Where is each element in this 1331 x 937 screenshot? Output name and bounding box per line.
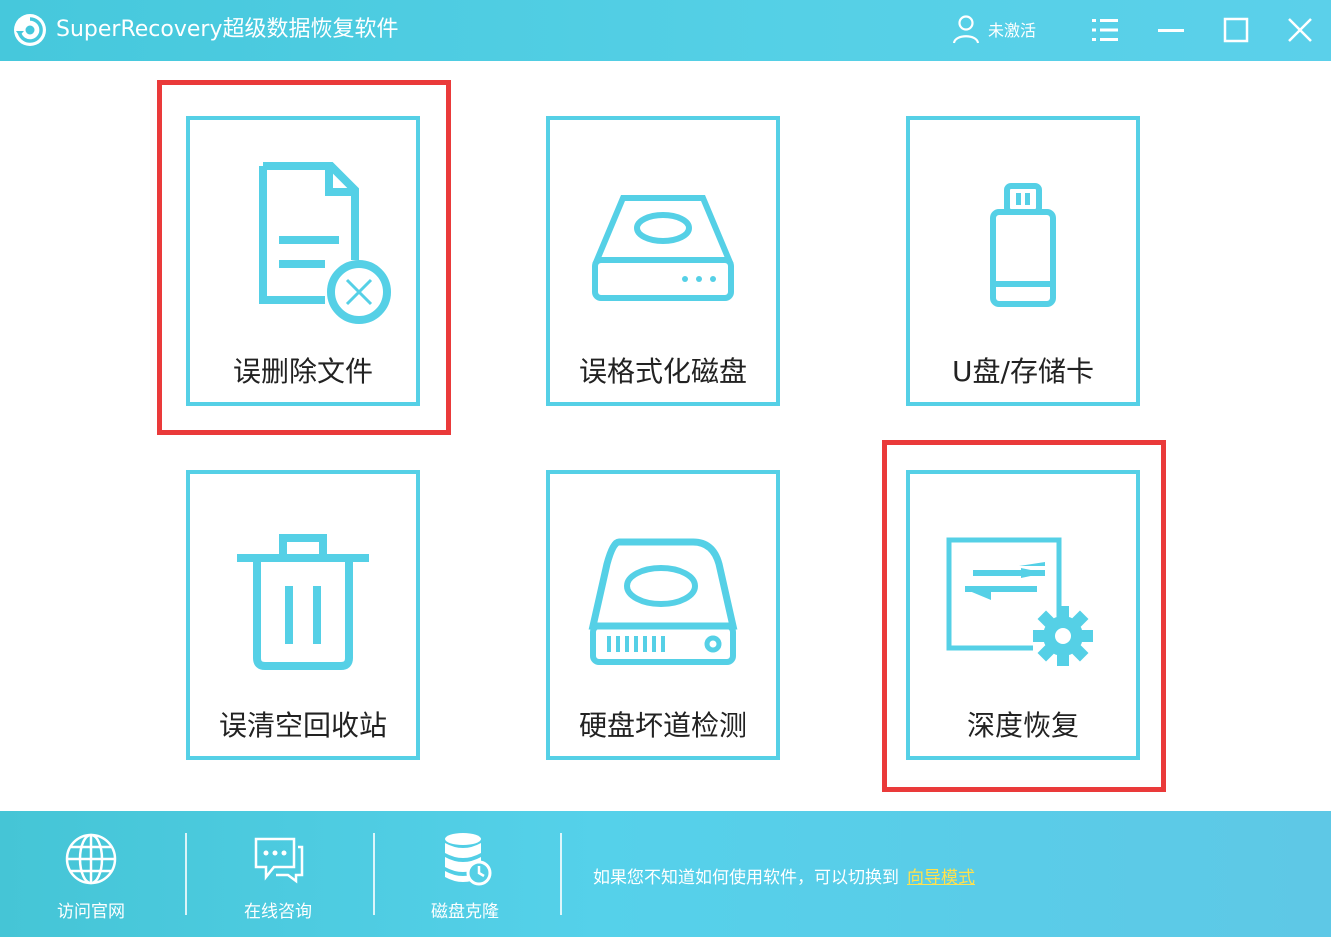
minimize-button[interactable]	[1151, 10, 1191, 50]
tile-deleted-files[interactable]: 误删除文件	[186, 116, 420, 406]
tile-label: 误格式化磁盘	[578, 355, 747, 388]
footer-hint: 如果您不知道如何使用软件，可以切换到 向导模式	[593, 863, 975, 888]
hard-drive-icon	[588, 538, 738, 665]
tile-recycle-bin[interactable]: 误清空回收站	[186, 470, 420, 760]
footer-label: 在线咨询	[244, 902, 312, 922]
chat-icon	[254, 837, 304, 884]
tile-deep-recovery[interactable]: 深度恢复	[906, 470, 1140, 760]
footer-label: 访问官网	[57, 902, 125, 922]
close-button[interactable]	[1280, 10, 1320, 50]
globe-icon	[65, 833, 117, 885]
guide-mode-link[interactable]: 向导模式	[907, 868, 975, 888]
tile-label: 误删除文件	[232, 355, 373, 388]
usb-drive-icon	[990, 183, 1056, 307]
tile-label: U盘/存储卡	[952, 355, 1094, 388]
close-icon	[1288, 18, 1312, 42]
disk-clone-button[interactable]: 磁盘克隆	[390, 811, 540, 937]
tile-label: 深度恢复	[966, 709, 1079, 742]
recovery-logo-icon	[14, 14, 46, 46]
hint-text: 如果您不知道如何使用软件，可以切换到	[593, 868, 899, 888]
trash-bin-icon	[237, 534, 369, 670]
account-button[interactable]: 未激活	[952, 13, 1036, 45]
app-title: SuperRecovery超级数据恢复软件	[56, 17, 399, 42]
footer-divider	[185, 833, 187, 915]
user-icon	[952, 15, 980, 44]
menu-button[interactable]	[1085, 10, 1125, 50]
tile-label: 误清空回收站	[218, 709, 387, 742]
footer-label: 磁盘克隆	[431, 902, 499, 922]
deleted-file-icon	[259, 162, 391, 324]
footer-bar: 访问官网 在线咨询 磁盘克隆 如果您不知道如何使用软件，可以切换到 向导模式	[0, 811, 1331, 937]
footer-divider	[373, 833, 375, 915]
visit-website-button[interactable]: 访问官网	[16, 811, 166, 937]
tile-formatted-disk[interactable]: 误格式化磁盘	[546, 116, 780, 406]
online-consult-button[interactable]: 在线咨询	[203, 811, 353, 937]
tile-bad-sector-check[interactable]: 硬盘坏道检测	[546, 470, 780, 760]
title-bar: SuperRecovery超级数据恢复软件 未激活	[0, 0, 1331, 61]
activation-status: 未激活	[988, 21, 1037, 40]
maximize-button[interactable]	[1216, 10, 1256, 50]
menu-icon	[1092, 19, 1118, 41]
deep-recovery-icon	[946, 537, 1093, 666]
tile-label: 硬盘坏道检测	[578, 709, 747, 742]
disk-icon	[592, 195, 734, 301]
footer-divider	[560, 833, 562, 915]
minimize-icon	[1158, 29, 1184, 32]
maximize-icon	[1223, 17, 1249, 43]
database-clone-icon	[445, 833, 492, 886]
tile-usb-storage[interactable]: U盘/存储卡	[906, 116, 1140, 406]
